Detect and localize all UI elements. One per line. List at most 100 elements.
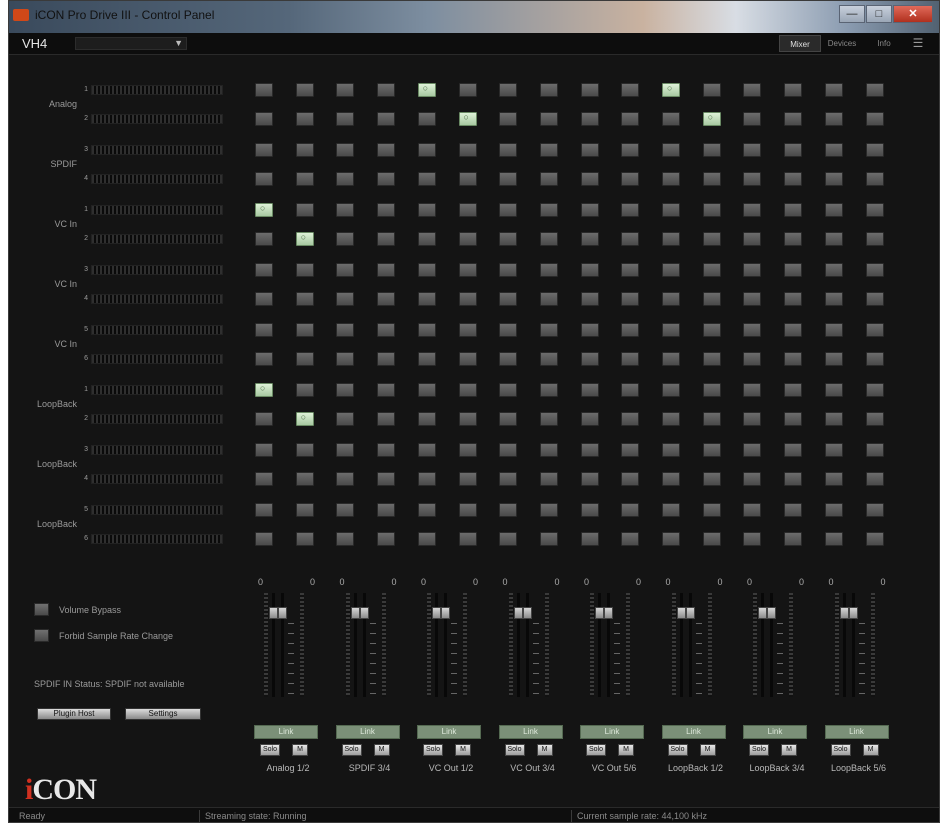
matrix-cell[interactable] bbox=[336, 83, 355, 97]
matrix-cell[interactable] bbox=[621, 172, 640, 186]
matrix-cell[interactable] bbox=[702, 232, 721, 246]
matrix-cell[interactable] bbox=[580, 323, 599, 337]
matrix-cell[interactable] bbox=[580, 503, 599, 517]
matrix-cell[interactable] bbox=[662, 292, 680, 306]
matrix-cell[interactable] bbox=[255, 503, 273, 517]
matrix-cell[interactable] bbox=[336, 383, 355, 397]
matrix-cell[interactable] bbox=[539, 83, 558, 97]
matrix-cell[interactable] bbox=[255, 472, 273, 486]
matrix-cell[interactable] bbox=[621, 352, 640, 366]
matrix-cell[interactable] bbox=[336, 443, 355, 457]
fader-knob[interactable] bbox=[513, 607, 523, 619]
matrix-cell[interactable] bbox=[539, 263, 558, 277]
matrix-cell[interactable] bbox=[417, 503, 436, 517]
matrix-cell[interactable] bbox=[458, 383, 477, 397]
matrix-cell[interactable] bbox=[458, 143, 477, 157]
matrix-cell[interactable] bbox=[702, 292, 721, 306]
matrix-cell[interactable] bbox=[580, 232, 599, 246]
solo-button[interactable]: Solo bbox=[504, 744, 525, 756]
matrix-cell[interactable] bbox=[784, 172, 803, 186]
matrix-cell[interactable] bbox=[865, 323, 884, 337]
device-select[interactable]: ▼ bbox=[75, 37, 187, 50]
matrix-cell[interactable] bbox=[784, 292, 803, 306]
matrix-cell[interactable] bbox=[702, 112, 721, 126]
mute-button[interactable]: M bbox=[373, 744, 390, 756]
matrix-cell[interactable] bbox=[539, 352, 558, 366]
fader-knob[interactable] bbox=[278, 607, 287, 619]
matrix-cell[interactable] bbox=[580, 203, 599, 217]
matrix-cell[interactable] bbox=[295, 503, 314, 517]
matrix-cell[interactable] bbox=[702, 83, 721, 97]
link-button[interactable]: Link bbox=[743, 725, 807, 739]
matrix-cell[interactable] bbox=[743, 203, 762, 217]
matrix-cell[interactable] bbox=[336, 143, 355, 157]
matrix-cell[interactable] bbox=[662, 383, 680, 397]
fader-knob[interactable] bbox=[767, 607, 776, 619]
matrix-cell[interactable] bbox=[621, 232, 640, 246]
matrix-cell[interactable] bbox=[580, 292, 599, 306]
fader-knob[interactable] bbox=[441, 607, 450, 619]
matrix-cell[interactable] bbox=[295, 383, 314, 397]
matrix-cell[interactable] bbox=[662, 443, 680, 457]
link-button[interactable]: Link bbox=[335, 725, 400, 739]
matrix-cell[interactable] bbox=[295, 112, 314, 126]
matrix-cell[interactable] bbox=[255, 112, 273, 126]
matrix-cell[interactable] bbox=[458, 292, 477, 306]
matrix-cell[interactable] bbox=[743, 143, 762, 157]
matrix-cell[interactable] bbox=[336, 112, 355, 126]
matrix-cell[interactable] bbox=[784, 412, 803, 426]
matrix-cell[interactable] bbox=[580, 263, 599, 277]
matrix-cell[interactable] bbox=[580, 383, 599, 397]
matrix-cell[interactable] bbox=[295, 143, 314, 157]
matrix-cell[interactable] bbox=[662, 532, 680, 546]
mute-button[interactable]: M bbox=[618, 744, 634, 756]
matrix-cell[interactable] bbox=[417, 232, 436, 246]
matrix-cell[interactable] bbox=[662, 352, 680, 366]
matrix-cell[interactable] bbox=[662, 143, 680, 157]
matrix-cell[interactable] bbox=[539, 172, 558, 186]
matrix-cell[interactable] bbox=[824, 172, 843, 186]
matrix-cell[interactable] bbox=[499, 352, 518, 366]
matrix-cell[interactable] bbox=[295, 472, 314, 486]
matrix-cell[interactable] bbox=[458, 532, 477, 546]
matrix-cell[interactable] bbox=[824, 232, 843, 246]
matrix-cell[interactable] bbox=[417, 352, 436, 366]
matrix-cell[interactable] bbox=[255, 352, 273, 366]
matrix-cell[interactable] bbox=[417, 532, 436, 546]
matrix-cell[interactable] bbox=[539, 112, 558, 126]
fader-knob[interactable] bbox=[359, 607, 369, 619]
matrix-cell[interactable] bbox=[539, 203, 558, 217]
matrix-cell[interactable] bbox=[702, 323, 721, 337]
mute-button[interactable]: M bbox=[536, 744, 553, 756]
matrix-cell[interactable] bbox=[336, 263, 355, 277]
matrix-cell[interactable] bbox=[499, 503, 518, 517]
matrix-cell[interactable] bbox=[865, 172, 884, 186]
matrix-cell[interactable] bbox=[865, 203, 884, 217]
matrix-cell[interactable] bbox=[499, 83, 518, 97]
matrix-cell[interactable] bbox=[295, 323, 314, 337]
matrix-cell[interactable] bbox=[824, 443, 843, 457]
matrix-cell[interactable] bbox=[784, 263, 803, 277]
matrix-cell[interactable] bbox=[295, 232, 314, 246]
matrix-cell[interactable] bbox=[824, 532, 843, 546]
matrix-cell[interactable] bbox=[702, 472, 721, 486]
link-button[interactable]: Link bbox=[661, 725, 726, 739]
matrix-cell[interactable] bbox=[255, 232, 273, 246]
matrix-cell[interactable] bbox=[377, 232, 396, 246]
matrix-cell[interactable] bbox=[784, 323, 803, 337]
matrix-cell[interactable] bbox=[377, 443, 396, 457]
matrix-cell[interactable] bbox=[458, 323, 477, 337]
matrix-cell[interactable] bbox=[458, 503, 477, 517]
matrix-cell[interactable] bbox=[784, 503, 803, 517]
matrix-cell[interactable] bbox=[702, 412, 721, 426]
matrix-cell[interactable] bbox=[662, 472, 680, 486]
matrix-cell[interactable] bbox=[702, 443, 721, 457]
matrix-cell[interactable] bbox=[662, 503, 680, 517]
matrix-cell[interactable] bbox=[295, 412, 314, 426]
matrix-cell[interactable] bbox=[377, 292, 396, 306]
matrix-cell[interactable] bbox=[417, 443, 436, 457]
matrix-cell[interactable] bbox=[295, 292, 314, 306]
matrix-cell[interactable] bbox=[743, 472, 762, 486]
matrix-cell[interactable] bbox=[580, 143, 599, 157]
matrix-cell[interactable] bbox=[784, 443, 803, 457]
